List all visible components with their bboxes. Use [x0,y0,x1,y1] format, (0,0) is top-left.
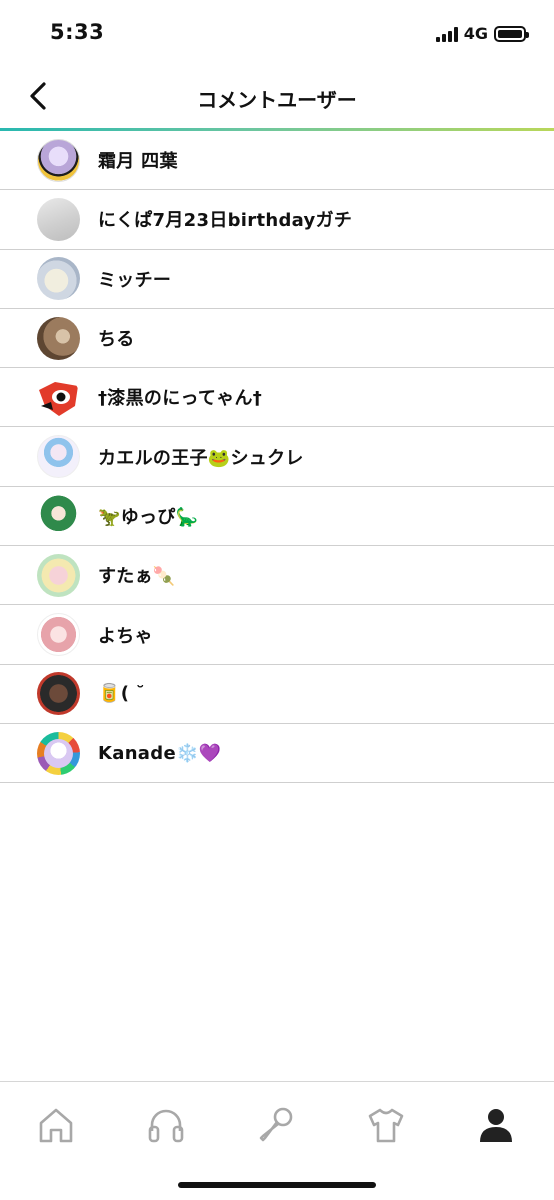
avatar [37,257,80,301]
avatar [37,316,80,360]
user-name: ミッチー [98,269,172,291]
headphones-icon [148,1109,184,1143]
person-icon [480,1109,512,1142]
list-item[interactable]: よちゃ [0,605,554,665]
user-name: Kanade❄️💜 [98,742,222,764]
list-item[interactable]: にくぱ7月23日birthdayガチ [0,190,554,250]
comment-user-list: 霜月 四葉 にくぱ7月23日birthdayガチ ミッチー ちる †漆黒のにって… [0,131,554,784]
user-name: 霜月 四葉 [98,151,178,173]
list-item[interactable]: †漆黒のにってゃん† [0,368,554,428]
list-item[interactable]: 🥫( ˘ [0,665,554,724]
home-icon [39,1108,73,1143]
battery-icon [494,25,529,42]
status-indicators: 4G [435,24,529,43]
avatar [37,375,80,419]
user-name: †漆黒のにってゃん† [98,388,263,410]
avatar [37,613,80,657]
microphone-icon [259,1107,293,1142]
user-name: 🥫( ˘ [98,683,146,705]
home-indicator [178,1182,376,1188]
tshirt-icon [368,1108,404,1143]
avatar [37,435,80,479]
status-time: 5:33 [50,20,105,44]
list-item[interactable]: 霜月 四葉 [0,131,554,191]
tab-listen[interactable] [136,1100,196,1150]
tab-home[interactable] [26,1100,86,1150]
list-item[interactable]: すたぁ🍡 [0,546,554,606]
user-name: すたぁ🍡 [98,566,176,588]
avatar [37,494,80,538]
tab-mypage[interactable] [466,1100,526,1150]
nav-header: コメントユーザー [0,68,554,128]
list-item[interactable]: 🦖ゆっぴ🦕 [0,487,554,547]
screen: 5:33 4G コメントユーザー 霜月 四葉 にくぱ7月23日birthdayガ… [0,0,554,1200]
list-item[interactable]: カエルの王子🐸シュクレ [0,427,554,487]
tab-wardrobe[interactable] [356,1100,416,1150]
signal-strength-icon [435,26,458,42]
avatar [37,731,80,775]
network-type: 4G [463,24,488,43]
user-name: よちゃ [98,625,153,647]
list-item[interactable]: ミッチー [0,250,554,309]
list-item[interactable]: Kanade❄️💜 [0,724,554,784]
user-name: カエルの王子🐸シュクレ [98,447,304,469]
list-item[interactable]: ちる [0,309,554,369]
status-bar: 5:33 4G [0,0,554,68]
user-name: ちる [98,329,135,351]
tab-bar [0,1081,554,1200]
user-name: 🦖ゆっぴ🦕 [98,506,199,528]
avatar [37,672,80,716]
avatar [37,138,80,182]
avatar [37,553,80,597]
avatar [37,197,80,241]
tab-sing[interactable] [246,1100,306,1150]
user-name: にくぱ7月23日birthdayガチ [98,210,353,232]
page-title: コメントユーザー [197,88,357,112]
